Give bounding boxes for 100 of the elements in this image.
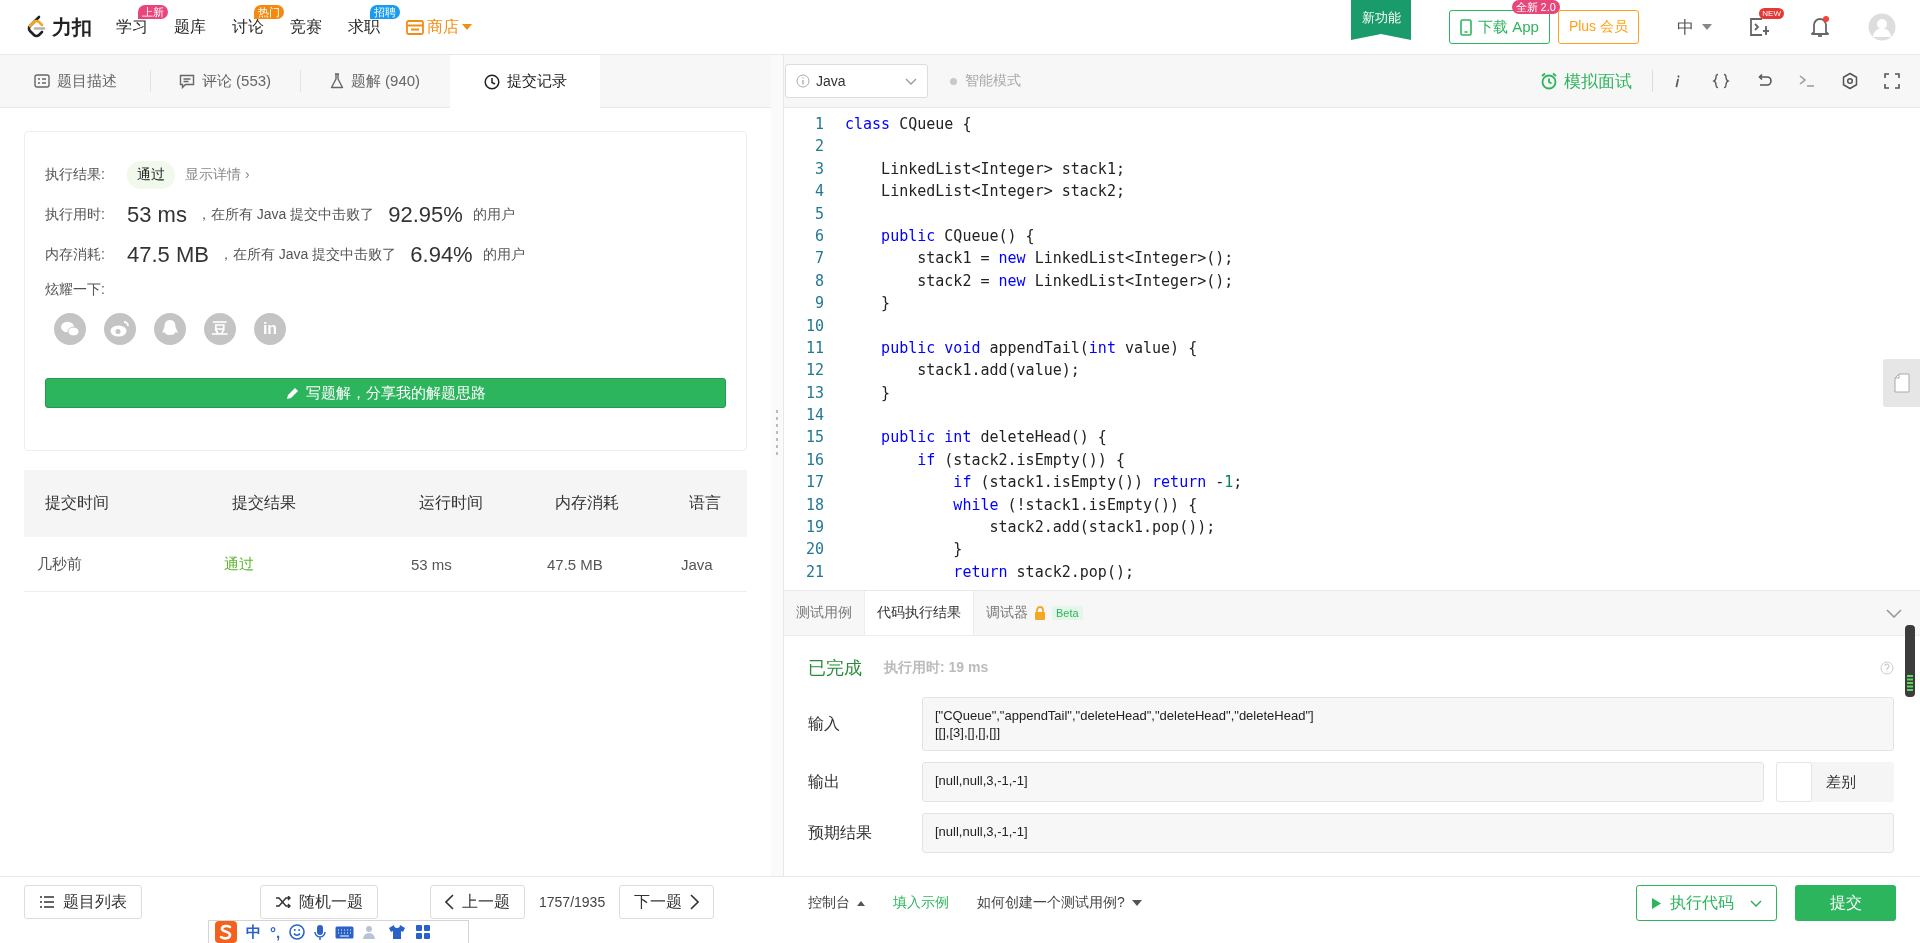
output-field: [null,null,3,-1,-1] bbox=[922, 762, 1764, 802]
line-number: 9 bbox=[813, 293, 825, 315]
line-number: 19 bbox=[804, 517, 825, 539]
code-line: LinkedList<Integer> stack1; bbox=[880, 158, 1125, 180]
table-cell: 47.5 MB bbox=[547, 555, 603, 573]
caret-icon bbox=[1131, 900, 1142, 906]
shuffle-icon bbox=[275, 896, 291, 908]
settings-icon[interactable] bbox=[1841, 72, 1859, 90]
line-number: 14 bbox=[804, 405, 825, 427]
language-dropdown[interactable]: 中 bbox=[1671, 14, 1718, 40]
stat-text: ，在所有 Java 提交中击败了 bbox=[218, 246, 397, 264]
expected-field: [null,null,3,-1,-1] bbox=[922, 813, 1894, 853]
code-line: } bbox=[880, 382, 891, 404]
nav-link[interactable]: 题库 bbox=[174, 16, 206, 38]
code-line: if (stack2.isEmpty()) { bbox=[916, 449, 1125, 471]
card-icon bbox=[33, 74, 50, 88]
stat-value: 47.5 MB bbox=[127, 242, 209, 268]
ime-mode[interactable]: 中 bbox=[246, 922, 261, 942]
code-line: stack2.add(stack1.pop()); bbox=[988, 517, 1216, 539]
stat-value: 53 ms bbox=[127, 202, 187, 228]
field-label: 执行结果: bbox=[45, 166, 106, 184]
keyboard-icon[interactable] bbox=[335, 925, 355, 939]
line-number: 11 bbox=[804, 337, 825, 359]
ime-logo-icon[interactable] bbox=[215, 921, 237, 943]
tab[interactable]: 题目描述 bbox=[0, 55, 150, 107]
logo-text[interactable]: 力扣 bbox=[52, 13, 92, 41]
line-number: 6 bbox=[813, 225, 825, 247]
grid-icon[interactable] bbox=[415, 924, 432, 940]
pencil-icon bbox=[285, 386, 300, 400]
microphone-icon[interactable] bbox=[314, 923, 327, 941]
label-badge: 全新 2.0 bbox=[1511, 0, 1560, 14]
nav-link[interactable]: 竞赛 bbox=[290, 16, 322, 38]
line-number: 13 bbox=[804, 382, 825, 404]
column-header: 运行时间 bbox=[419, 493, 483, 513]
tab[interactable]: 评论 (553) bbox=[150, 55, 300, 107]
percentile-value: 92.95% bbox=[388, 202, 463, 228]
code-line: public void appendTail(int value) { bbox=[880, 337, 1198, 359]
label-badge: 上新 bbox=[138, 4, 168, 19]
stat-text: 的用户 bbox=[472, 206, 515, 224]
document-icon bbox=[1893, 373, 1910, 393]
code-line: return stack2.pop(); bbox=[952, 561, 1134, 583]
chevron-down-icon bbox=[905, 77, 917, 85]
label-badge: 招聘 bbox=[370, 4, 400, 19]
console-toggle[interactable]: 控制台 bbox=[808, 894, 865, 912]
scrollbar[interactable] bbox=[1905, 625, 1915, 697]
column-header: 内存消耗 bbox=[555, 493, 619, 513]
random-problem-button[interactable]: 随机一题 bbox=[260, 885, 378, 919]
clock-icon bbox=[483, 73, 500, 90]
line-number: 17 bbox=[804, 472, 825, 494]
nav-link[interactable]: 讨论 bbox=[232, 16, 264, 38]
fullscreen-icon[interactable] bbox=[1884, 73, 1900, 89]
code-line: public int deleteHead() { bbox=[880, 427, 1107, 449]
runtime-text: 执行用时: 19 ms bbox=[884, 659, 989, 677]
column-header: 提交时间 bbox=[45, 493, 110, 513]
bell-icon[interactable] bbox=[1810, 16, 1830, 38]
nav-link[interactable]: 学习 bbox=[116, 16, 148, 38]
tab[interactable]: 调试器 Beta bbox=[974, 591, 1095, 635]
column-header: 语言 bbox=[689, 493, 721, 513]
chevron-down-icon[interactable] bbox=[1886, 608, 1902, 618]
info-icon bbox=[796, 74, 810, 88]
chevron-left-icon bbox=[445, 894, 454, 910]
line-number: 4 bbox=[813, 181, 825, 203]
code-line: } bbox=[880, 293, 891, 315]
previous-problem-button[interactable]: 上一题 bbox=[430, 885, 525, 919]
ime-punctuation[interactable]: °, bbox=[270, 923, 281, 941]
tab[interactable]: 代码执行结果 bbox=[864, 591, 974, 635]
field-label: 内存消耗: bbox=[45, 246, 106, 264]
field-label: 输出 bbox=[808, 771, 841, 792]
playground-icon[interactable] bbox=[1748, 16, 1772, 38]
new-feature-ribbon[interactable]: 新功能 bbox=[1351, 0, 1411, 40]
braces-icon[interactable] bbox=[1712, 72, 1730, 90]
shirt-icon[interactable] bbox=[388, 924, 407, 940]
problem-list-button[interactable]: 题目列表 bbox=[24, 885, 142, 919]
tab[interactable]: 题解 (940) bbox=[300, 55, 450, 107]
line-number: 10 bbox=[804, 315, 825, 337]
problem-position: 1757/1935 bbox=[539, 894, 606, 910]
code-line: stack2 = new LinkedList<Integer>(); bbox=[916, 270, 1234, 292]
play-icon bbox=[1651, 896, 1662, 910]
next-problem-button[interactable]: 下一题 bbox=[619, 885, 715, 919]
alarm-clock-icon bbox=[1540, 72, 1558, 90]
code-line: } bbox=[952, 539, 963, 561]
table-cell: Java bbox=[681, 555, 713, 573]
label-badge: NEW bbox=[1759, 8, 1784, 19]
smiley-icon[interactable] bbox=[289, 924, 306, 940]
flask-icon bbox=[329, 73, 344, 89]
line-number: 1 bbox=[813, 114, 825, 135]
input-field[interactable]: ["CQueue","appendTail","deleteHead","deleteHead","deleteHead"] [[],[3],[],[],[]] bbox=[922, 697, 1894, 751]
code-line: LinkedList<Integer> stack2; bbox=[880, 181, 1125, 203]
language-select[interactable]: Java bbox=[785, 64, 928, 98]
code-line: class CQueue { bbox=[845, 114, 972, 135]
details-link[interactable]: 显示详情 › bbox=[185, 166, 250, 184]
phone-icon bbox=[1460, 18, 1472, 36]
tab[interactable]: 测试用例 bbox=[784, 591, 864, 635]
field-label: 输入 bbox=[808, 713, 841, 734]
line-number: 7 bbox=[813, 248, 825, 270]
help-dropdown[interactable]: 如何创建一个测试用例? bbox=[977, 894, 1142, 912]
status-badge: 通过 bbox=[127, 161, 175, 189]
logo-icon[interactable] bbox=[26, 15, 48, 39]
diff-toggle[interactable]: 差别 bbox=[1776, 762, 1894, 802]
tab[interactable]: 提交记录 bbox=[450, 55, 600, 108]
